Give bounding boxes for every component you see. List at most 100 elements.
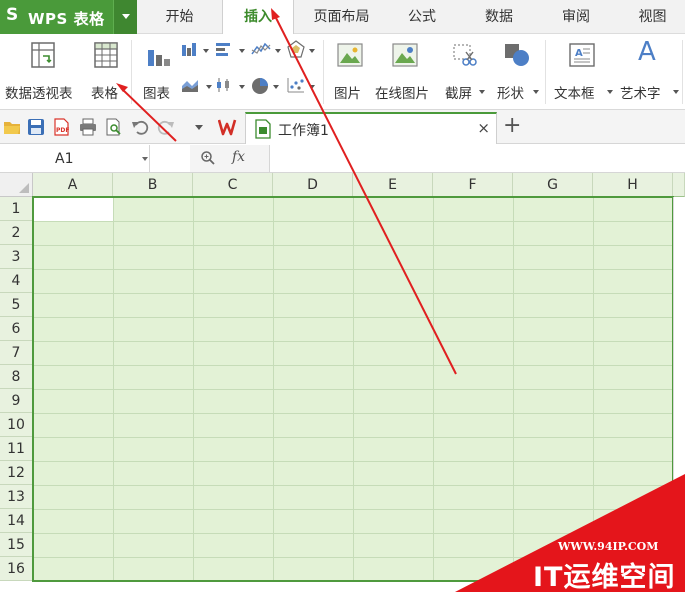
wps-home-icon[interactable] — [218, 118, 242, 136]
screenshot-dropdown-icon[interactable] — [479, 90, 485, 94]
wps-logo-icon: S — [6, 5, 19, 25]
document-tab[interactable]: 工作簿1 × — [245, 112, 497, 144]
line-chart-icon[interactable] — [251, 41, 271, 57]
row-header-1[interactable]: 1 — [0, 197, 33, 221]
pivot-table-button[interactable]: 数据透视表 — [0, 40, 88, 108]
wordart-label: 艺术字 — [620, 86, 661, 102]
column-header-h[interactable]: H — [593, 173, 673, 197]
tab-data[interactable]: 数据 — [465, 0, 533, 34]
spreadsheet-grid: A B C D E F G H 1 2 3 4 5 6 7 8 9 10 11 … — [0, 173, 685, 592]
scatter-chart-icon[interactable] — [287, 77, 305, 93]
row-header-15[interactable]: 15 — [0, 533, 33, 557]
insert-function-button[interactable]: fx — [232, 149, 245, 165]
area-chart-icon[interactable] — [181, 77, 199, 93]
row-header-5[interactable]: 5 — [0, 293, 33, 317]
row-header-14[interactable]: 14 — [0, 509, 33, 533]
column-chart-icon[interactable] — [181, 41, 197, 57]
row-header-7[interactable]: 7 — [0, 341, 33, 365]
ribbon-separator — [545, 40, 546, 104]
table-button[interactable]: 表格 — [88, 40, 126, 108]
open-folder-icon[interactable] — [3, 118, 21, 136]
active-cell-a1[interactable] — [34, 198, 113, 221]
column-header-d[interactable]: D — [273, 173, 353, 197]
row-header-6[interactable]: 6 — [0, 317, 33, 341]
row-header-2[interactable]: 2 — [0, 221, 33, 245]
formula-input[interactable] — [271, 145, 685, 172]
picture-button[interactable]: 图片 — [331, 40, 369, 108]
tab-insert[interactable]: 插入 — [222, 0, 294, 35]
wordart-button[interactable]: A 艺术字 — [618, 37, 680, 108]
customize-quick-access-icon[interactable] — [190, 118, 208, 136]
close-tab-icon[interactable]: × — [477, 119, 490, 137]
textbox-dropdown-icon[interactable] — [607, 90, 613, 94]
bar-chart-horizontal-icon[interactable] — [215, 41, 233, 57]
tab-formulas[interactable]: 公式 — [389, 0, 455, 34]
spreadsheet-file-icon — [255, 119, 271, 139]
row-header-10[interactable]: 10 — [0, 413, 33, 437]
line-chart-dropdown-icon[interactable] — [275, 49, 281, 53]
app-menu-button[interactable]: S WPS 表格 — [0, 0, 137, 34]
row-header-12[interactable]: 12 — [0, 461, 33, 485]
textbox-button[interactable]: A 文本框 — [552, 40, 614, 108]
new-tab-button[interactable]: + — [503, 115, 521, 137]
print-icon[interactable] — [79, 118, 97, 136]
chart-button[interactable]: 图表 — [140, 40, 178, 108]
cell-area-right-edge[interactable] — [673, 197, 685, 581]
save-icon[interactable] — [27, 118, 45, 136]
column-chart-dropdown-icon[interactable] — [203, 49, 209, 53]
row-header-16[interactable]: 16 — [0, 557, 33, 581]
wordart-dropdown-icon[interactable] — [673, 90, 679, 94]
document-name: 工作簿1 — [278, 123, 329, 139]
row-header-4[interactable]: 4 — [0, 269, 33, 293]
tab-review[interactable]: 审阅 — [543, 0, 609, 34]
row-header-11[interactable]: 11 — [0, 437, 33, 461]
shapes-label: 形状 — [497, 86, 524, 102]
row-header-13[interactable]: 13 — [0, 485, 33, 509]
pie-chart-icon[interactable] — [251, 77, 269, 95]
zoom-search-icon[interactable] — [200, 150, 216, 166]
tab-view[interactable]: 视图 — [620, 0, 685, 34]
radar-chart-dropdown-icon[interactable] — [309, 49, 315, 53]
column-header-a[interactable]: A — [33, 173, 113, 197]
quick-access-bar: PDF 工作簿1 × + — [0, 110, 685, 144]
scatter-chart-dropdown-icon[interactable] — [309, 85, 315, 89]
bar-chart-dropdown-icon[interactable] — [239, 49, 245, 53]
stock-chart-icon[interactable] — [215, 77, 233, 93]
name-box[interactable]: A1 — [0, 145, 150, 172]
column-header-e[interactable]: E — [353, 173, 433, 197]
print-preview-icon[interactable] — [105, 118, 123, 136]
cell-area[interactable] — [33, 197, 673, 581]
picture-icon — [337, 43, 363, 67]
shapes-dropdown-icon[interactable] — [533, 90, 539, 94]
column-header-i[interactable] — [673, 173, 685, 197]
online-picture-button[interactable]: 在线图片 — [372, 40, 438, 108]
pivot-table-icon — [31, 42, 55, 68]
row-header-8[interactable]: 8 — [0, 365, 33, 389]
tab-home[interactable]: 开始 — [137, 0, 222, 34]
area-chart-dropdown-icon[interactable] — [206, 85, 212, 89]
screenshot-button[interactable]: 截屏 — [442, 40, 488, 108]
bar-chart-icon — [148, 50, 170, 66]
shapes-button[interactable]: 形状 — [494, 40, 542, 108]
ribbon-separator — [323, 40, 324, 104]
redo-icon[interactable] — [157, 118, 175, 136]
column-header-b[interactable]: B — [113, 173, 193, 197]
tab-page-layout[interactable]: 页面布局 — [294, 0, 389, 34]
name-box-dropdown-icon[interactable] — [142, 157, 148, 161]
stock-chart-dropdown-icon[interactable] — [239, 85, 245, 89]
column-header-c[interactable]: C — [193, 173, 273, 197]
svg-text:A: A — [575, 48, 583, 59]
row-header-3[interactable]: 3 — [0, 245, 33, 269]
textbox-icon: A — [569, 43, 595, 67]
row-header-9[interactable]: 9 — [0, 389, 33, 413]
column-header-f[interactable]: F — [433, 173, 513, 197]
undo-icon[interactable] — [131, 118, 149, 136]
column-header-g[interactable]: G — [513, 173, 593, 197]
radar-chart-icon[interactable] — [287, 40, 305, 58]
pie-chart-dropdown-icon[interactable] — [273, 85, 279, 89]
export-pdf-icon[interactable]: PDF — [52, 118, 70, 136]
select-all-corner[interactable] — [0, 173, 33, 197]
formula-bar: A1 fx — [0, 145, 685, 173]
pivot-table-label: 数据透视表 — [5, 86, 73, 102]
app-menu-dropdown-icon[interactable] — [113, 0, 137, 34]
